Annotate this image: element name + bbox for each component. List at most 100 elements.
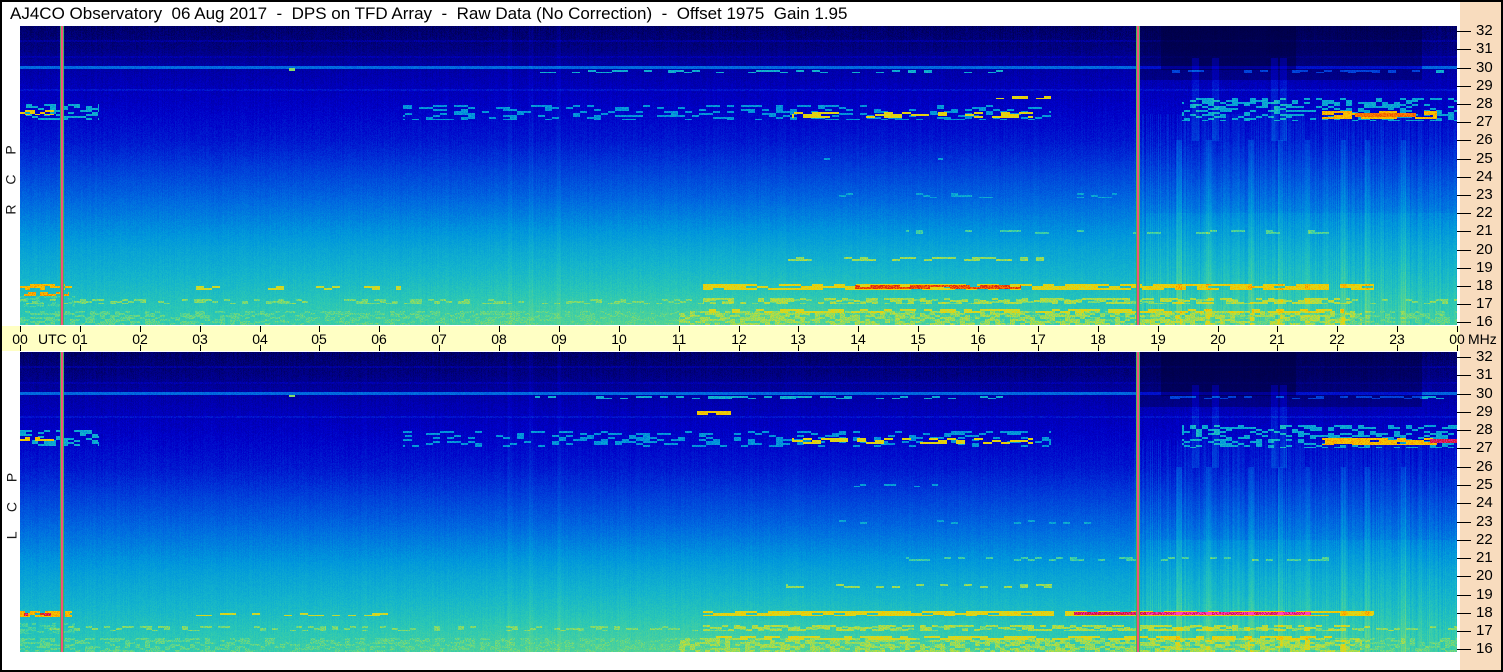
freq-label: 28	[1476, 95, 1493, 113]
hour-label: 12	[731, 331, 747, 347]
freq-label: 23	[1476, 513, 1493, 531]
freq-label: 25	[1476, 476, 1493, 494]
rcp-label-text: R C P	[3, 136, 19, 215]
freq-tick	[1457, 613, 1471, 614]
freq-tick	[1457, 467, 1471, 468]
utc-unit-label: UTC	[38, 331, 67, 347]
freq-label: 29	[1476, 77, 1493, 95]
hour-label: 11	[671, 331, 687, 347]
hour-label: 20	[1210, 331, 1226, 347]
freq-label: 26	[1476, 131, 1493, 149]
freq-tick	[1457, 595, 1471, 596]
freq-label: 28	[1476, 421, 1493, 439]
hour-label: 18	[1090, 331, 1106, 347]
hour-label: 08	[491, 331, 507, 347]
hour-label: 15	[910, 331, 926, 347]
freq-label: 19	[1476, 259, 1493, 277]
hour-label: 13	[790, 331, 806, 347]
freq-label: 24	[1476, 494, 1493, 512]
hour-label: 04	[252, 331, 268, 347]
hour-label: 00	[1449, 331, 1465, 347]
freq-label: 18	[1476, 604, 1493, 622]
freq-tick	[1457, 231, 1471, 232]
freq-label: 26	[1476, 458, 1493, 476]
freq-label: 29	[1476, 403, 1493, 421]
freq-label: 32	[1476, 22, 1493, 40]
hour-label: 02	[132, 331, 148, 347]
freq-label: 22	[1476, 204, 1493, 222]
hour-label: 01	[72, 331, 88, 347]
hour-label: 09	[551, 331, 567, 347]
hour-label: 21	[1269, 331, 1285, 347]
hour-label: 22	[1329, 331, 1345, 347]
freq-tick	[1457, 86, 1471, 87]
freq-label: 22	[1476, 531, 1493, 549]
freq-label: 20	[1476, 241, 1493, 259]
freq-tick	[1457, 576, 1471, 577]
freq-label: 24	[1476, 168, 1493, 186]
rcp-panel-label: R C P	[2, 26, 20, 325]
freq-tick	[1457, 430, 1471, 431]
freq-label: 30	[1476, 385, 1493, 403]
freq-label: 19	[1476, 586, 1493, 604]
freq-tick	[1457, 268, 1471, 269]
freq-tick	[1457, 357, 1471, 358]
freq-label: 23	[1476, 186, 1493, 204]
freq-tick	[1457, 31, 1471, 32]
freq-tick	[1457, 286, 1471, 287]
freq-tick	[1457, 140, 1471, 141]
mhz-unit-label: MHz	[1468, 331, 1497, 347]
freq-tick	[1457, 649, 1471, 650]
hour-label: 03	[192, 331, 208, 347]
lcp-label-text: L C P	[3, 464, 19, 540]
freq-label: 30	[1476, 59, 1493, 77]
hour-label: 17	[1030, 331, 1046, 347]
freq-tick	[1457, 250, 1471, 251]
freq-label: 25	[1476, 150, 1493, 168]
hour-label: 19	[1150, 331, 1166, 347]
hour-label: 14	[850, 331, 866, 347]
freq-label: 21	[1476, 549, 1493, 567]
freq-label: 18	[1476, 277, 1493, 295]
app-window: AJ4CO Observatory 06 Aug 2017 - DPS on T…	[0, 0, 1503, 672]
freq-tick	[1457, 159, 1471, 160]
freq-tick	[1457, 412, 1471, 413]
freq-tick	[1457, 503, 1471, 504]
freq-tick	[1457, 375, 1471, 376]
freq-tick	[1457, 122, 1471, 123]
hour-label: 06	[371, 331, 387, 347]
spectrogram-lcp	[20, 352, 1457, 652]
freq-label: 20	[1476, 567, 1493, 585]
hour-label: 00	[12, 331, 28, 347]
hour-label: 23	[1389, 331, 1405, 347]
freq-label: 31	[1476, 366, 1493, 384]
freq-label: 17	[1476, 295, 1493, 313]
freq-label: 16	[1476, 640, 1493, 658]
freq-label: 27	[1476, 439, 1493, 457]
freq-tick	[1457, 68, 1471, 69]
spectrogram-rcp	[20, 26, 1457, 325]
time-axis: 00 01 02 03 04 05 06 07 08 09 10 11 12 13 14 15 16 17 18 19…	[2, 326, 1497, 351]
freq-tick	[1457, 540, 1471, 541]
lcp-panel-label: L C P	[2, 352, 20, 652]
freq-label: 31	[1476, 40, 1493, 58]
freq-label: 21	[1476, 222, 1493, 240]
hour-label: 07	[431, 331, 447, 347]
freq-tick	[1457, 394, 1471, 395]
hour-label: 16	[970, 331, 986, 347]
freq-label: 16	[1476, 313, 1493, 331]
freq-tick	[1457, 213, 1471, 214]
freq-label: 27	[1476, 113, 1493, 131]
freq-tick	[1457, 448, 1471, 449]
hour-label: 05	[311, 331, 327, 347]
freq-tick	[1457, 195, 1471, 196]
freq-label: 32	[1476, 348, 1493, 366]
freq-tick	[1457, 485, 1471, 486]
hour-label: 10	[611, 331, 627, 347]
freq-tick	[1457, 177, 1471, 178]
freq-tick	[1457, 522, 1471, 523]
freq-tick	[1457, 49, 1471, 50]
freq-label: 17	[1476, 622, 1493, 640]
freq-tick	[1457, 322, 1471, 323]
freq-tick	[1457, 304, 1471, 305]
